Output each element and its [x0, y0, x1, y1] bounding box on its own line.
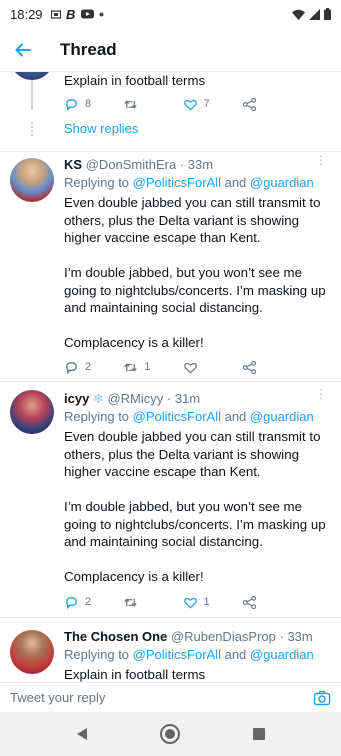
heart-icon [183, 99, 197, 111]
avatar[interactable] [10, 390, 54, 434]
retweet-button[interactable] [123, 595, 182, 610]
mention-link[interactable]: @PoliticsForAll [133, 409, 221, 424]
back-arrow-icon [15, 43, 31, 56]
reply-icon [66, 361, 77, 375]
share-button[interactable] [242, 360, 301, 375]
tweet[interactable]: The Chosen One @RubenDiasProp · 33m Repl… [0, 618, 341, 682]
reply-count: 2 [85, 361, 92, 373]
snowflake-icon: ❄ [92, 391, 104, 406]
thread-feed[interactable]: Explain in football terms 8 7 Show repli… [0, 72, 341, 682]
app-bar: Thread [0, 28, 341, 72]
reply-icon [66, 98, 77, 112]
back-button[interactable] [0, 28, 46, 72]
retweet-icon [124, 597, 137, 607]
tweet-text: Explain in football terms [64, 667, 206, 682]
mention-link[interactable]: @PoliticsForAll [133, 175, 221, 190]
mention-link[interactable]: @guardian [250, 647, 314, 662]
reply-icon [66, 596, 77, 610]
tweet[interactable]: ⋮ icyy ❄ @RMicyy · 31m Replying to @Poli… [0, 382, 341, 618]
author-name[interactable]: KS [64, 157, 82, 172]
status-bar: 18:29 B [0, 0, 341, 28]
share-icon [242, 595, 256, 609]
replying-to: Replying to @PoliticsForAll and @guardia… [64, 647, 314, 662]
author-handle: @RMicyy · 31m [107, 391, 201, 406]
like-button[interactable]: 1 [183, 595, 242, 610]
tweet-actions: 2 1 [64, 357, 301, 377]
author-handle: @RubenDiasProp · 33m [170, 629, 313, 644]
b-app-icon: B [66, 8, 75, 20]
like-count: 1 [203, 596, 210, 608]
reply-input[interactable]: Tweet your reply [10, 690, 105, 705]
camera-icon[interactable] [313, 689, 331, 707]
replying-to: Replying to @PoliticsForAll and @guardia… [64, 409, 314, 424]
avatar[interactable] [10, 158, 54, 202]
top-tweet[interactable]: Explain in football terms 8 7 Show repli… [0, 72, 341, 152]
svg-text:B: B [66, 8, 75, 20]
status-time: 18:29 [10, 6, 43, 22]
author-name[interactable]: The Chosen One [64, 629, 167, 644]
mention-link[interactable]: @guardian [250, 409, 314, 424]
nav-back-icon[interactable] [75, 727, 89, 741]
share-button[interactable] [242, 97, 301, 112]
like-button[interactable] [183, 360, 242, 375]
tweet-text: Even double jabbed you can still transmi… [64, 195, 326, 350]
tweet-actions: 8 7 [64, 94, 301, 114]
signal-icon [309, 8, 320, 20]
retweet-button[interactable]: 1 [123, 360, 182, 375]
youtube-icon [80, 9, 94, 19]
reply-count: 2 [85, 596, 92, 608]
tweet-actions: 2 1 [64, 592, 301, 612]
wifi-icon [292, 9, 305, 20]
heart-icon [183, 597, 197, 609]
share-icon [242, 360, 256, 374]
retweet-icon [124, 99, 137, 109]
author-handle: @DonSmithEra · 33m [85, 157, 214, 172]
avatar[interactable] [10, 72, 54, 80]
page-title: Thread [60, 39, 117, 59]
dot-icon [99, 12, 104, 16]
replying-to: Replying to @PoliticsForAll and @guardia… [64, 175, 314, 190]
like-count: 7 [203, 98, 210, 110]
nav-recents-icon[interactable] [252, 727, 266, 741]
reply-button[interactable]: 8 [64, 97, 123, 112]
battery-icon [324, 8, 331, 20]
system-nav-bar [0, 712, 341, 756]
avatar[interactable] [10, 630, 54, 674]
retweet-count: 1 [144, 361, 151, 373]
like-button[interactable]: 7 [183, 97, 242, 112]
reply-button[interactable]: 2 [64, 595, 123, 610]
mention-link[interactable]: @guardian [250, 175, 314, 190]
reply-count: 8 [85, 98, 92, 110]
reply-button[interactable]: 2 [64, 360, 123, 375]
author-name[interactable]: icyy [64, 391, 89, 406]
thread-line [31, 80, 33, 110]
tweet-text: Explain in football terms [64, 73, 206, 88]
share-icon [242, 97, 256, 111]
tweet-text: Even double jabbed you can still transmi… [64, 429, 326, 584]
show-replies-link[interactable]: Show replies [64, 121, 138, 136]
nav-home-icon[interactable] [159, 723, 181, 745]
thread-line-dotted [31, 122, 33, 136]
heart-icon [183, 362, 197, 374]
notification-icon [50, 9, 61, 19]
reply-composer[interactable]: Tweet your reply [0, 682, 341, 712]
share-button[interactable] [242, 595, 301, 610]
tweet[interactable]: ⋮ KS @DonSmithEra · 33m Replying to @Pol… [0, 152, 341, 382]
retweet-icon [124, 362, 137, 372]
mention-link[interactable]: @PoliticsForAll [133, 647, 221, 662]
retweet-button[interactable] [123, 97, 182, 112]
